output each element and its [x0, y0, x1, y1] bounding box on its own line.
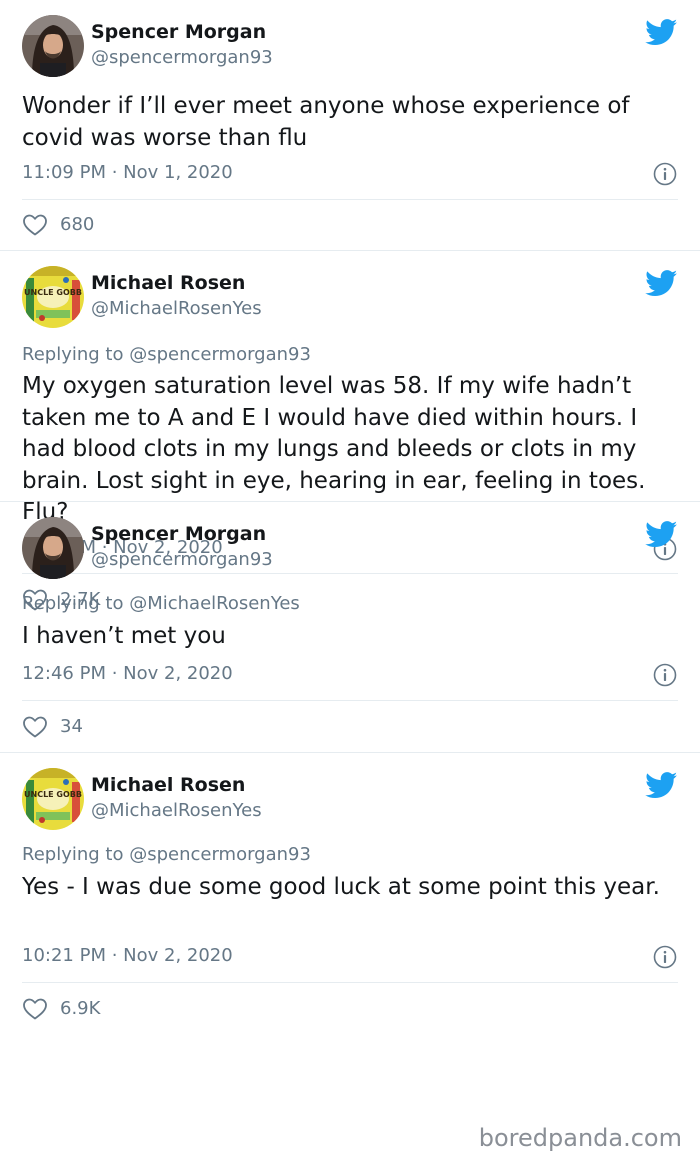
author-name[interactable]: Spencer Morgan: [91, 523, 266, 545]
twitter-bird-icon[interactable]: [645, 270, 678, 297]
profile-photo-icon: [22, 517, 84, 579]
twitter-bird-icon[interactable]: [645, 521, 678, 548]
tweet-text: I haven’t met you: [22, 623, 226, 649]
author-name[interactable]: Michael Rosen: [91, 272, 245, 294]
divider: [22, 982, 678, 983]
twitter-bird-icon[interactable]: [645, 772, 678, 799]
avatar[interactable]: UNCLE GOBB: [22, 266, 84, 328]
book-cover-icon: UNCLE GOBB: [22, 768, 84, 830]
tweet-timestamp[interactable]: 10:21 PM · Nov 2, 2020: [22, 945, 233, 966]
heart-icon[interactable]: [22, 213, 48, 237]
replying-to[interactable]: Replying to @spencermorgan93: [22, 844, 311, 865]
twitter-bird-icon[interactable]: [645, 19, 678, 46]
author-handle[interactable]: @spencermorgan93: [91, 549, 273, 570]
tweet-timestamp[interactable]: 12:46 PM · Nov 2, 2020: [22, 663, 233, 684]
book-cover-icon: UNCLE GOBB: [22, 266, 84, 328]
info-icon[interactable]: [653, 162, 677, 186]
like-count: 34: [60, 716, 83, 737]
avatar[interactable]: [22, 15, 84, 77]
info-icon[interactable]: [653, 945, 677, 969]
watermark: boredpanda.com: [478, 1124, 682, 1152]
author-name[interactable]: Michael Rosen: [91, 774, 245, 796]
avatar[interactable]: [22, 517, 84, 579]
divider: [22, 700, 678, 701]
replying-to[interactable]: Replying to @MichaelRosenYes: [22, 593, 300, 614]
avatar-book-title: UNCLE GOBB: [24, 790, 82, 799]
like-count: 680: [60, 214, 95, 235]
replying-to[interactable]: Replying to @spencermorgan93: [22, 344, 311, 365]
author-handle[interactable]: @spencermorgan93: [91, 47, 273, 68]
tweet-card[interactable]: UNCLE GOBB Michael Rosen @MichaelRosenYe…: [0, 251, 700, 502]
author-name[interactable]: Spencer Morgan: [91, 21, 266, 43]
avatar[interactable]: UNCLE GOBB: [22, 768, 84, 830]
tweet-text: Wonder if I’ll ever meet anyone whose ex…: [22, 93, 630, 151]
avatar-book-title: UNCLE GOBB: [24, 288, 82, 297]
divider: [22, 199, 678, 200]
author-handle[interactable]: @MichaelRosenYes: [91, 800, 262, 821]
tweet-text: Yes - I was due some good luck at some p…: [22, 874, 660, 900]
profile-photo-icon: [22, 15, 84, 77]
heart-icon[interactable]: [22, 997, 48, 1021]
tweet-timestamp[interactable]: 11:09 PM · Nov 1, 2020: [22, 162, 233, 183]
tweet-card[interactable]: Spencer Morgan @spencermorgan93 Wonder i…: [0, 0, 700, 251]
info-icon[interactable]: [653, 663, 677, 687]
tweet-card[interactable]: UNCLE GOBB Michael Rosen @MichaelRosenYe…: [0, 753, 700, 1003]
like-count: 6.9K: [60, 998, 101, 1019]
tweet-card[interactable]: Spencer Morgan @spencermorgan93 Replying…: [0, 502, 700, 753]
author-handle[interactable]: @MichaelRosenYes: [91, 298, 262, 319]
heart-icon[interactable]: [22, 715, 48, 739]
